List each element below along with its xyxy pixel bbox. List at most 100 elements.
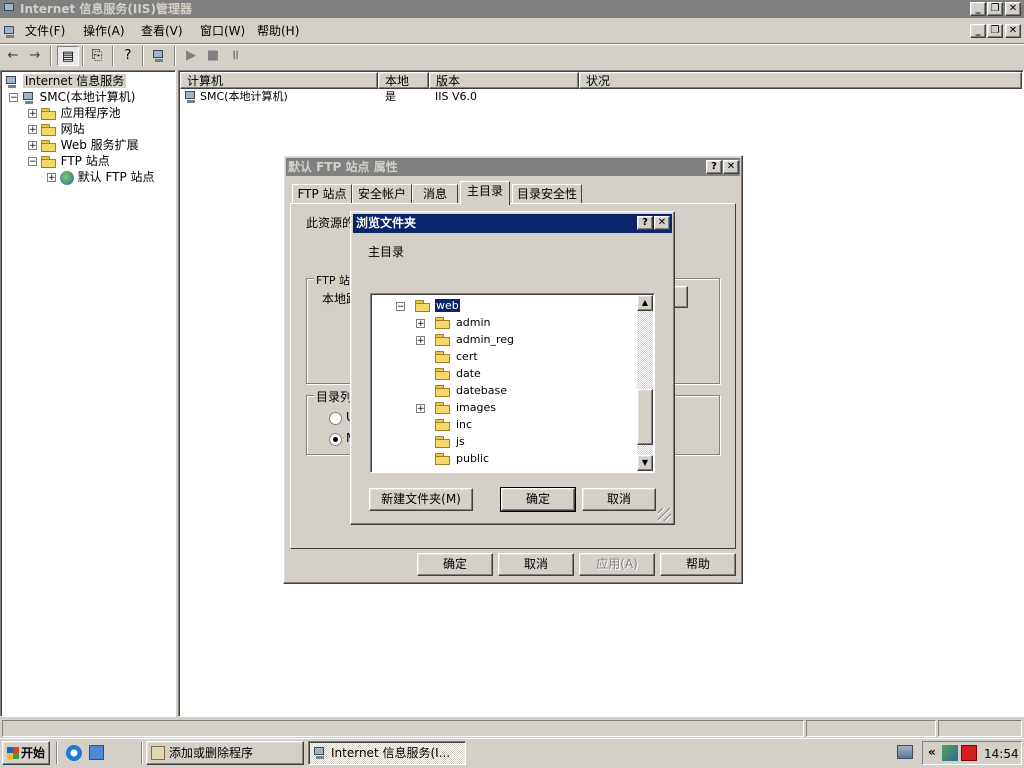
browse-title-bar[interactable]: 浏览文件夹 ? ✕ xyxy=(353,214,672,233)
properties-ok-button[interactable]: 确定 xyxy=(417,553,493,576)
tree-item-computer[interactable]: − SMC(本地计算机) xyxy=(9,89,135,105)
stop-icon[interactable]: ■ xyxy=(202,46,224,66)
browse-cancel-button[interactable]: 取消 xyxy=(582,488,656,511)
browse-close-button[interactable]: ✕ xyxy=(654,216,670,230)
help-icon[interactable]: ? xyxy=(117,46,139,66)
menu-help[interactable]: 帮助(H) xyxy=(253,22,303,40)
iis-icon xyxy=(5,75,19,88)
child-minimize-button[interactable]: _ xyxy=(970,24,986,38)
tree-item-default-ftp[interactable]: + 默认 FTP 站点 xyxy=(47,169,155,185)
folder-icon xyxy=(40,139,57,152)
tab-home-directory[interactable]: 主目录 xyxy=(460,181,510,205)
start-button[interactable]: 开始 xyxy=(2,741,50,765)
pause-icon[interactable]: ॥ xyxy=(224,46,246,66)
collapse-icon[interactable]: − xyxy=(396,301,405,311)
tree-pane[interactable]: Internet 信息服务 − SMC(本地计算机) + 应用程序池 + 网站 … xyxy=(0,70,176,717)
properties-apply-button[interactable]: 应用(A) xyxy=(579,553,655,576)
expand-icon[interactable]: + xyxy=(416,403,425,413)
properties-help-text-button[interactable]: 帮助 xyxy=(660,553,736,576)
folder-tree-item[interactable]: js xyxy=(416,433,466,450)
scroll-down-arrow[interactable]: ▼ xyxy=(637,455,653,471)
column-header-computer[interactable]: 计算机 xyxy=(180,72,378,89)
menu-window[interactable]: 窗口(W) xyxy=(196,22,249,40)
start-icon[interactable]: ▶ xyxy=(180,46,202,66)
tree-item-app-pools[interactable]: + 应用程序池 xyxy=(28,105,121,121)
expand-icon[interactable]: + xyxy=(28,125,37,135)
folder-icon xyxy=(435,317,451,329)
resize-grip-icon[interactable] xyxy=(658,508,671,521)
new-folder-button[interactable]: 新建文件夹(M) xyxy=(369,488,473,511)
close-button[interactable]: ✕ xyxy=(1005,2,1021,16)
folder-tree-item[interactable]: datebase xyxy=(416,382,508,399)
menu-action[interactable]: 操作(A) xyxy=(79,22,129,40)
tree-item-ftp-sites[interactable]: − FTP 站点 xyxy=(28,153,110,169)
taskbar-button-add-remove[interactable]: 添加或删除程序 xyxy=(146,741,304,765)
tab-messages[interactable]: 消息 xyxy=(412,184,458,204)
expand-icon[interactable]: + xyxy=(28,109,37,119)
tab-directory-security[interactable]: 目录安全性 xyxy=(512,184,582,204)
tree-item-websites[interactable]: + 网站 xyxy=(28,121,85,137)
table-row[interactable]: SMC(本地计算机) 是 IIS V6.0 xyxy=(182,89,582,105)
folder-icon xyxy=(435,419,451,431)
scrollbar-thumb[interactable] xyxy=(637,389,653,445)
folder-tree-item[interactable]: − web xyxy=(396,297,461,314)
tree-item-iis-root[interactable]: Internet 信息服务 xyxy=(5,73,127,89)
expand-icon[interactable]: + xyxy=(47,173,56,183)
folder-tree-item[interactable]: + admin_reg xyxy=(416,331,515,348)
forward-arrow-icon[interactable]: → xyxy=(24,46,46,66)
back-arrow-icon[interactable]: ← xyxy=(2,46,24,66)
toolbar-divider xyxy=(0,43,1024,45)
menu-view[interactable]: 查看(V) xyxy=(137,22,187,40)
ie-icon[interactable] xyxy=(66,745,82,761)
tab-ftp-site[interactable]: FTP 站点 xyxy=(292,184,352,204)
menu-file[interactable]: 文件(F) xyxy=(21,22,69,40)
outlook-icon[interactable] xyxy=(89,745,104,760)
tab-security-accounts[interactable]: 安全帐户 xyxy=(352,184,412,204)
folder-tree-item[interactable]: inc xyxy=(416,416,473,433)
computer-icon[interactable] xyxy=(148,46,170,66)
folder-tree-item[interactable]: date xyxy=(416,365,482,382)
browse-ok-button[interactable]: 确定 xyxy=(500,487,576,512)
column-header-local[interactable]: 本地 xyxy=(378,72,429,89)
column-header-version[interactable]: 版本 xyxy=(429,72,579,89)
main-title-bar[interactable]: Internet 信息服务(IIS)管理器 _ ❐ ✕ xyxy=(0,0,1024,18)
tree-item-web-ext[interactable]: + Web 服务扩展 xyxy=(28,137,139,153)
collapse-icon[interactable]: − xyxy=(9,93,18,103)
network-icon[interactable] xyxy=(897,745,913,759)
iis-app-icon xyxy=(3,2,17,16)
expand-icon[interactable]: + xyxy=(28,141,37,151)
child-restore-button[interactable]: ❐ xyxy=(987,24,1003,38)
folder-tree-item[interactable]: public xyxy=(416,450,490,467)
folder-label: date xyxy=(456,367,481,380)
listing-group-label: 目录列 xyxy=(314,388,355,405)
child-close-button[interactable]: ✕ xyxy=(1005,24,1021,38)
export-list-icon[interactable]: ⎘ xyxy=(86,46,108,66)
folder-tree[interactable]: − web + admin + admin_reg cert date datebase + ima… xyxy=(370,293,655,473)
properties-help-button[interactable]: ? xyxy=(706,160,722,174)
unix-radio[interactable] xyxy=(329,412,342,425)
tray-chevron-icon[interactable]: « xyxy=(928,745,936,759)
minimize-button[interactable]: _ xyxy=(970,2,986,16)
taskbar-button-iis[interactable]: Internet 信息服务(I... xyxy=(308,741,466,765)
msdos-radio[interactable] xyxy=(329,433,342,446)
browse-help-button[interactable]: ? xyxy=(637,216,653,230)
column-header-status[interactable]: 状况 xyxy=(579,72,1022,89)
folder-tree-item[interactable]: + admin xyxy=(416,314,491,331)
browse-prompt: 主目录 xyxy=(368,245,405,259)
show-hide-tree-icon[interactable]: ▤ xyxy=(57,46,79,66)
browse-folder-dialog[interactable]: 浏览文件夹 ? ✕ 主目录 − web + admin + admin_reg cert da… xyxy=(350,211,675,525)
folder-tree-item[interactable]: + images xyxy=(416,399,497,416)
tree-label: 网站 xyxy=(60,122,85,136)
windows-logo-icon xyxy=(7,747,19,759)
tray-app-icon[interactable] xyxy=(942,745,958,761)
collapse-icon[interactable]: − xyxy=(28,157,37,167)
properties-close-button[interactable]: ✕ xyxy=(723,160,739,174)
expand-icon[interactable]: + xyxy=(416,318,425,328)
folder-tree-item[interactable]: cert xyxy=(416,348,479,365)
expand-icon[interactable]: + xyxy=(416,335,425,345)
properties-cancel-button[interactable]: 取消 xyxy=(498,553,574,576)
properties-title-bar[interactable]: 默认 FTP 站点 属性 ? ✕ xyxy=(286,158,740,176)
restore-button[interactable]: ❐ xyxy=(987,2,1003,16)
tray-security-icon[interactable] xyxy=(961,745,977,761)
scroll-up-arrow[interactable]: ▲ xyxy=(637,295,653,311)
